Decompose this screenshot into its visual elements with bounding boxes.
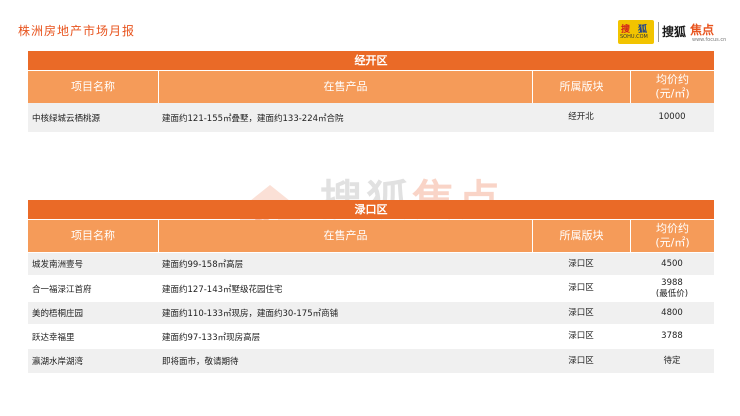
- project-name: 合一福渌江首府: [32, 284, 92, 295]
- column-header-project: 项目名称: [71, 80, 115, 93]
- column-header-price: 均价约 (元/㎡): [630, 71, 714, 103]
- column-header-project: 项目名称: [71, 229, 115, 242]
- table-row: 中核绿城云栖桃源 建面约121-155㎡叠墅，建面约133-224㎡合院 经开北…: [28, 103, 714, 132]
- avg-price: 4800: [661, 307, 683, 318]
- project-name: 跃达幸福里: [32, 332, 75, 343]
- product-desc: 建面约127-143㎡墅级花园住宅: [162, 284, 283, 295]
- column-header-product: 在售产品: [158, 71, 532, 103]
- column-header-block: 所属版块: [532, 220, 630, 252]
- column-header-block: 所属版块: [532, 71, 630, 103]
- avg-price: 待定: [663, 355, 681, 366]
- table-row: 跃达幸福里 建面约97-133㎡现房高层 渌口区 3788: [28, 324, 714, 349]
- column-header-row: 项目名称 在售产品 所属版块 均价约 (元/㎡): [28, 71, 714, 103]
- logo-url: www.focus.cn: [692, 37, 727, 43]
- avg-price: 3988 (最低价): [655, 277, 689, 299]
- product-desc: 建面约97-133㎡现房高层: [162, 332, 261, 343]
- avg-price: 4500: [661, 258, 683, 269]
- block-name: 渌口区: [568, 331, 594, 341]
- table-row: 城发南洲壹号 建面约99-158㎡高层 渌口区 4500: [28, 253, 714, 275]
- project-name: 瀛湖水岸湖湾: [32, 357, 84, 367]
- logo-brand-sohu: 搜狐: [662, 25, 687, 39]
- product-desc: 即将面市，敬请期待: [162, 357, 239, 367]
- table-row: 美的梧桐庄园 建面约110-133㎡现房，建面约30-175㎡商铺 渌口区 48…: [28, 302, 714, 324]
- product-desc: 建面约110-133㎡现房，建面约30-175㎡商铺: [162, 309, 339, 319]
- badge-domain: SOHU.COM: [620, 34, 648, 40]
- sohu-badge-logo: 搜 狐 SOHU.COM: [618, 20, 654, 44]
- column-header-row: 项目名称 在售产品 所属版块 均价约 (元/㎡): [28, 220, 714, 252]
- section-header-jingkai: 经开区: [28, 51, 714, 70]
- project-name: 城发南洲壹号: [32, 260, 84, 270]
- block-name: 渌口区: [568, 355, 594, 366]
- table-row: 瀛湖水岸湖湾 即将面市，敬请期待 渌口区 待定: [28, 349, 714, 373]
- column-header-product: 在售产品: [158, 220, 532, 252]
- report-title: 株洲房地产市场月报: [18, 24, 136, 38]
- brand-logo: 搜 狐 SOHU.COM 搜狐 焦点 www.focus.cn: [618, 20, 730, 44]
- section-header-lukou: 渌口区: [28, 200, 714, 219]
- avg-price: 3788: [661, 331, 683, 341]
- product-desc: 建面约99-158㎡高层: [162, 260, 244, 270]
- project-name: 美的梧桐庄园: [32, 309, 84, 319]
- project-name: 中核绿城云栖桃源: [32, 113, 101, 124]
- block-name: 经开北: [568, 112, 594, 122]
- product-desc: 建面约121-155㎡叠墅，建面约133-224㎡合院: [162, 113, 344, 124]
- column-header-price: 均价约 (元/㎡): [630, 220, 714, 252]
- block-name: 渌口区: [568, 307, 594, 318]
- table-row: 合一福渌江首府 建面约127-143㎡墅级花园住宅 渌口区 3988 (最低价): [28, 275, 714, 302]
- block-name: 渌口区: [568, 283, 594, 293]
- logo-divider: [658, 22, 659, 42]
- logo-brand-focus: 焦点: [690, 23, 715, 37]
- avg-price: 10000: [658, 112, 686, 122]
- block-name: 渌口区: [568, 258, 594, 269]
